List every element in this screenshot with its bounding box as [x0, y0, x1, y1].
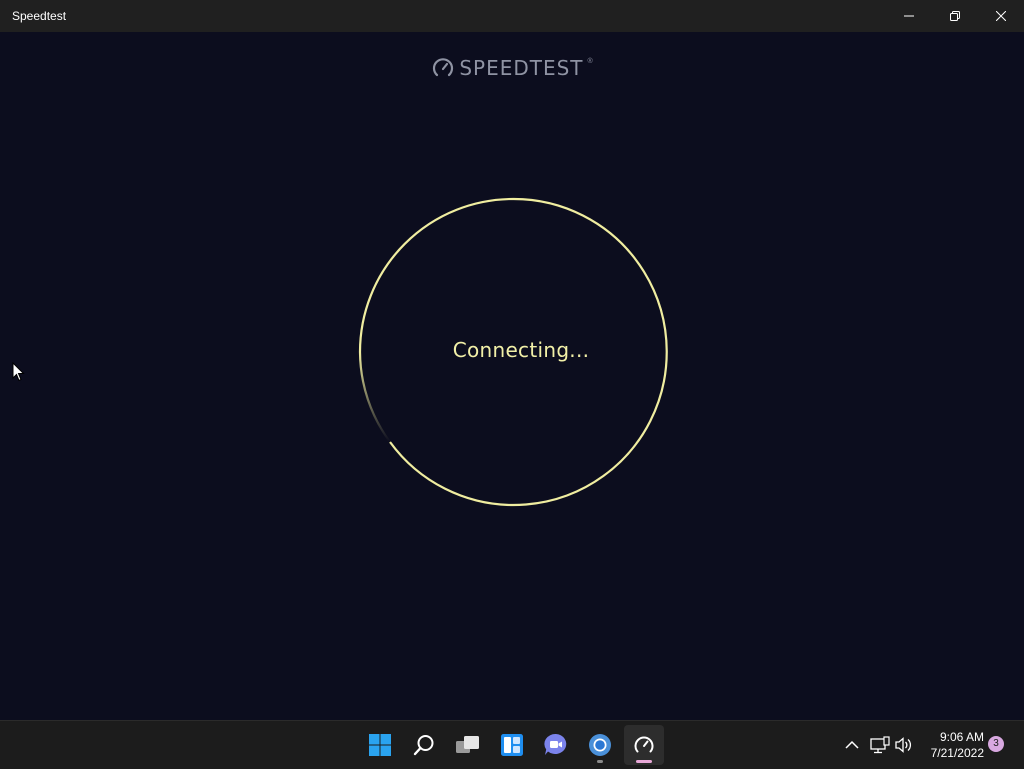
speedtest-icon	[634, 736, 654, 753]
search-icon	[413, 735, 434, 756]
windows-start-icon	[369, 734, 391, 756]
trademark-mark: ®	[587, 58, 593, 65]
window-title: Speedtest	[12, 9, 67, 23]
connection-status: Connecting...	[452, 338, 590, 362]
speedometer-logo-icon	[433, 58, 454, 77]
network-button[interactable]	[868, 733, 892, 757]
teams-chat-button[interactable]	[536, 725, 576, 765]
network-icon	[870, 736, 890, 754]
teams-chat-icon	[544, 733, 567, 755]
restore-icon	[950, 11, 960, 21]
active-indicator	[636, 760, 652, 763]
minimize-icon	[904, 15, 914, 17]
show-hidden-icons-button[interactable]	[840, 733, 864, 757]
speedtest-window: Speedtest SPEEDTEST ® Connecting...	[0, 0, 1024, 720]
widgets-button[interactable]	[492, 725, 532, 765]
task-view-button[interactable]	[448, 725, 488, 765]
search-button[interactable]	[404, 725, 444, 765]
widgets-icon	[501, 734, 523, 756]
chrome-button[interactable]	[580, 725, 620, 765]
chrome-icon	[589, 734, 611, 756]
speedtest-logo: SPEEDTEST ®	[0, 56, 1024, 80]
minimize-button[interactable]	[886, 0, 932, 32]
volume-icon	[895, 737, 912, 753]
clock[interactable]: 9:06 AM 7/21/2022	[918, 729, 984, 761]
speedtest-taskbar-button[interactable]	[624, 725, 664, 765]
running-indicator	[597, 760, 603, 763]
start-button[interactable]	[360, 725, 400, 765]
volume-button[interactable]	[892, 733, 916, 757]
restore-button[interactable]	[932, 0, 978, 32]
close-button[interactable]	[978, 0, 1024, 32]
clock-time: 9:06 AM	[939, 730, 984, 744]
close-icon	[996, 11, 1006, 21]
mouse-pointer-icon	[12, 361, 26, 387]
notification-badge[interactable]: 3	[988, 736, 1004, 752]
task-view-icon	[456, 736, 479, 753]
brand-name: SPEEDTEST	[459, 56, 584, 80]
clock-date: 7/21/2022	[930, 746, 984, 760]
title-bar[interactable]: Speedtest	[0, 0, 1024, 32]
chevron-up-icon	[845, 740, 859, 749]
taskbar: 9:06 AM 7/21/2022	[0, 720, 1024, 769]
